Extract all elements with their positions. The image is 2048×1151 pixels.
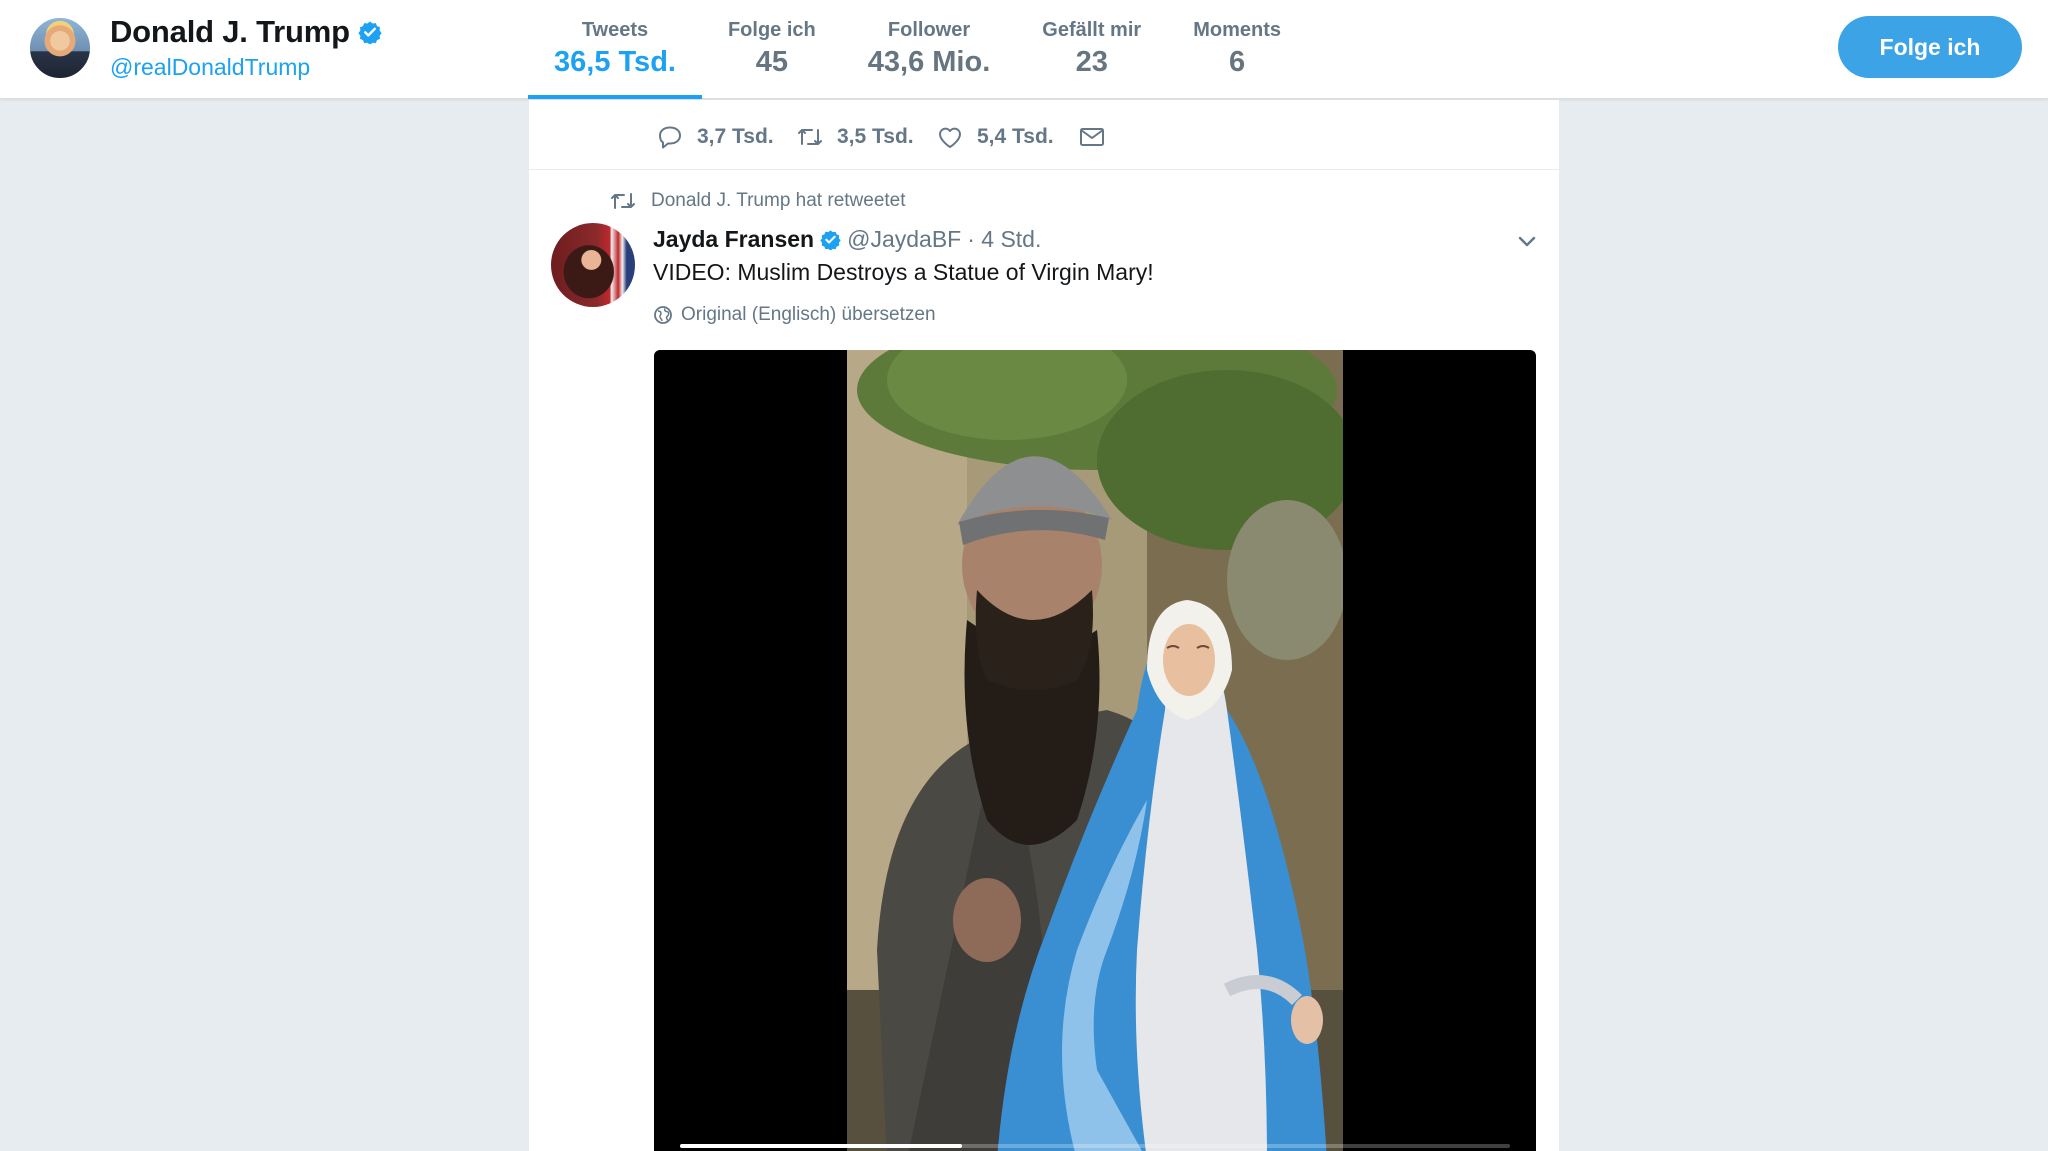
- stat-moments[interactable]: Moments 6: [1167, 0, 1307, 99]
- video-still-image: [847, 350, 1343, 1151]
- stat-followers[interactable]: Follower 43,6 Mio.: [842, 0, 1017, 99]
- reply-button[interactable]: 3,7 Tsd.: [655, 122, 774, 152]
- stat-value: 23: [1075, 46, 1108, 78]
- stat-likes[interactable]: Gefällt mir 23: [1016, 0, 1167, 99]
- stat-tweets[interactable]: Tweets 36,5 Tsd.: [528, 0, 702, 99]
- retweet-button[interactable]: 3,5 Tsd.: [795, 122, 914, 152]
- chevron-down-icon[interactable]: [1513, 227, 1541, 255]
- direct-message-button[interactable]: [1077, 122, 1107, 152]
- profile-handle[interactable]: @realDonaldTrump: [110, 54, 310, 81]
- stat-label: Moments: [1193, 19, 1281, 41]
- stat-label: Gefällt mir: [1042, 19, 1142, 41]
- profile-stats-nav: Tweets 36,5 Tsd. Folge ich 45 Follower 4…: [528, 0, 1307, 99]
- stat-label: Follower: [887, 19, 971, 41]
- stat-value: 43,6 Mio.: [867, 46, 991, 78]
- stat-label: Tweets: [581, 19, 649, 41]
- video-progress-bar[interactable]: [680, 1144, 1510, 1148]
- follow-button[interactable]: Folge ich: [1838, 16, 2022, 78]
- like-button[interactable]: 5,4 Tsd.: [935, 122, 1054, 152]
- tweet-author-name[interactable]: Jayda Fransen: [653, 226, 814, 253]
- author-avatar[interactable]: [551, 223, 635, 307]
- stat-value: 6: [1229, 46, 1246, 78]
- like-count: 5,4 Tsd.: [977, 125, 1054, 148]
- translate-text: Original (Englisch) übersetzen: [681, 304, 936, 325]
- retweet-icon: [611, 193, 635, 209]
- timeline: 3,7 Tsd. 3,5 Tsd. 5,4 Tsd. Donald J. Tru…: [529, 100, 1559, 1151]
- retweet-context[interactable]: Donald J. Trump hat retweetet: [609, 187, 906, 215]
- stat-following[interactable]: Folge ich 45: [702, 0, 842, 99]
- verified-badge-icon: [820, 229, 841, 250]
- retweet-context-text: Donald J. Trump hat retweetet: [651, 190, 906, 211]
- globe-icon: [654, 306, 672, 324]
- retweet-icon: [798, 129, 822, 145]
- profile-header-bar: Donald J. Trump @realDonaldTrump Tweets …: [0, 0, 2048, 99]
- tweet-video[interactable]: [654, 350, 1536, 1151]
- like-icon: [939, 127, 961, 148]
- stat-label: Folge ich: [727, 19, 816, 41]
- stat-value: 45: [755, 46, 788, 78]
- video-progress-fill: [680, 1144, 963, 1148]
- previous-tweet-actions: 3,7 Tsd. 3,5 Tsd. 5,4 Tsd.: [529, 100, 1559, 170]
- reply-icon: [659, 126, 681, 149]
- video-frame: [847, 350, 1343, 1151]
- profile-name-row: Donald J. Trump: [110, 14, 382, 50]
- tweet-header: Jayda Fransen @JaydaBF · 4 Std.: [653, 223, 1041, 255]
- tweet[interactable]: Donald J. Trump hat retweetet Jayda Fran…: [529, 171, 1559, 1151]
- retweet-count: 3,5 Tsd.: [837, 125, 914, 148]
- profile-avatar[interactable]: [28, 16, 92, 80]
- direct-message-icon: [1080, 128, 1104, 146]
- tweet-text: VIDEO: Muslim Destroys a Statue of Virgi…: [653, 259, 1154, 285]
- profile-name[interactable]: Donald J. Trump: [110, 14, 350, 50]
- translate-link[interactable]: Original (Englisch) übersetzen: [653, 301, 936, 329]
- tweet-timestamp[interactable]: · 4 Std.: [967, 226, 1041, 253]
- tweet-author-handle[interactable]: @JaydaBF: [847, 226, 961, 253]
- stat-value: 36,5 Tsd.: [554, 46, 676, 78]
- verified-badge-icon: [358, 21, 382, 44]
- reply-count: 3,7 Tsd.: [697, 125, 774, 148]
